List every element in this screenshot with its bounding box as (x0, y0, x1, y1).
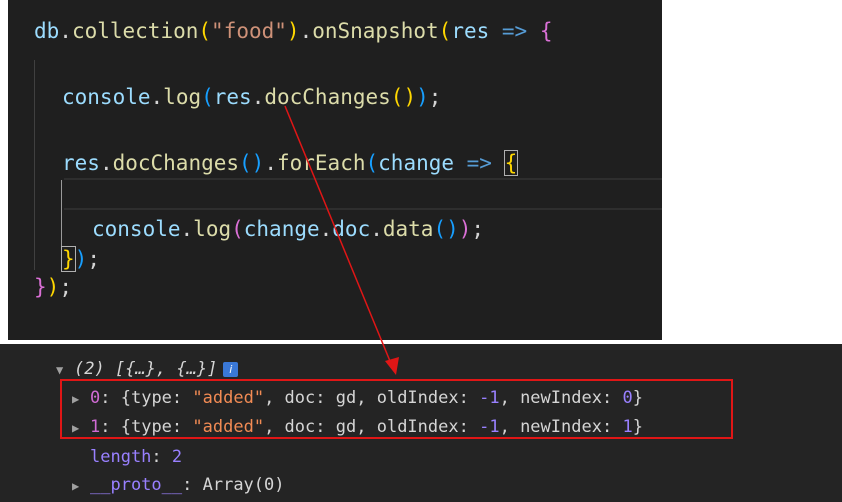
code-line-2: console.log(res.docChanges()); (62, 85, 442, 109)
current-line-highlight (64, 178, 662, 210)
array-proto[interactable]: ▶ __proto__: Array(0) (72, 472, 285, 498)
code-line-1: db.collection("food").onSnapshot(res => … (34, 19, 553, 43)
info-icon[interactable]: i (223, 361, 239, 377)
collapsed-triangle-icon[interactable]: ▶ (72, 473, 90, 499)
highlight-box (60, 379, 733, 439)
code-line-6: }); (34, 275, 72, 299)
array-length: length: 2 (90, 447, 183, 467)
code-line-5: }); (61, 246, 100, 272)
code-editor[interactable]: db.collection("food").onSnapshot(res => … (8, 0, 662, 340)
indent-guide (34, 60, 35, 270)
code-line-4: console.log(change.doc.data()); (92, 217, 485, 241)
code-line-3: res.docChanges().forEach(change => { (62, 150, 519, 176)
